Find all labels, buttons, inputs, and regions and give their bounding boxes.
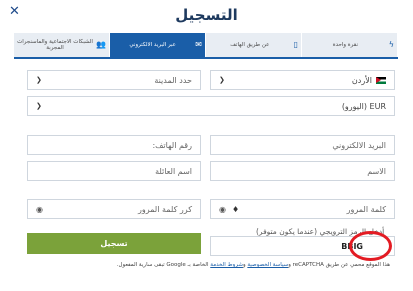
phone-placeholder: رقم الهاتف: [152, 140, 192, 150]
tab-email-label: عبر البريد الالكتروني [129, 41, 176, 48]
chevron-down-icon: ❯ [36, 76, 42, 84]
last-name-field[interactable]: اسم العائلة [27, 161, 201, 181]
phone-icon: ▯ [293, 40, 298, 50]
note-suffix: الخاصة بـ Google تبقى سارية المفعول. [116, 262, 211, 268]
email-placeholder: البريد الالكتروني [332, 140, 386, 150]
country-select[interactable]: الأردن ❯ [210, 70, 395, 90]
password-repeat-field[interactable]: كرر كلمة المرور ◉ [27, 199, 201, 219]
password-field[interactable]: كلمة المرور ◉ ♦ [210, 199, 395, 219]
chevron-down-icon: ❯ [219, 76, 225, 84]
phone-field[interactable]: رقم الهاتف: [27, 135, 201, 155]
first-name-field[interactable]: الاسم [210, 161, 395, 181]
tab-one-click[interactable]: نقرة واحدة ϟ [302, 33, 398, 57]
registration-tabs: الشبكات الاجتماعية والماسنجرات المجربة 👥… [14, 33, 398, 59]
eye-icon[interactable]: ◉ [219, 205, 226, 214]
first-name-placeholder: الاسم [367, 166, 386, 176]
note-prefix: هذا الموقع محمي عن طريق reCAPTCHA و [288, 262, 390, 268]
eye-icon[interactable]: ◉ [36, 205, 43, 214]
tab-phone[interactable]: عن طريق الهاتف ▯ [206, 33, 302, 57]
key-icon[interactable]: ♦ [232, 205, 239, 214]
people-icon: 👥 [96, 40, 106, 50]
city-select[interactable]: حدد المدينة ❯ [27, 70, 201, 90]
tab-social-label: الشبكات الاجتماعية والماسنجرات المجربة [17, 38, 93, 51]
jordan-flag-icon [376, 76, 386, 84]
tab-social-networks[interactable]: الشبكات الاجتماعية والماسنجرات المجربة 👥 [14, 33, 110, 57]
country-value: الأردن [351, 75, 372, 85]
last-name-placeholder: اسم العائلة [155, 166, 192, 176]
currency-value: EUR (اليورو) [341, 101, 386, 111]
recaptcha-note: هذا الموقع محمي عن طريق reCAPTCHA وسياسة… [80, 262, 390, 268]
terms-of-service-link[interactable]: شروط الخدمة [210, 262, 243, 268]
currency-select[interactable]: EUR (اليورو) ❯ [27, 96, 395, 116]
tab-phone-label: عن طريق الهاتف [230, 41, 270, 48]
register-button[interactable]: تسجيل [27, 233, 201, 254]
city-placeholder: حدد المدينة [154, 75, 192, 85]
envelope-icon: ✉ [195, 40, 202, 50]
privacy-policy-link[interactable]: سياسة الخصوصية [247, 262, 288, 268]
password-repeat-placeholder: كرر كلمة المرور [138, 204, 192, 214]
lightning-icon: ϟ [388, 40, 394, 50]
chevron-down-icon: ❯ [36, 102, 42, 110]
tab-one-click-label: نقرة واحدة [332, 41, 359, 48]
page-title: التسجيل [175, 6, 238, 24]
email-field[interactable]: البريد الالكتروني [210, 135, 395, 155]
tab-email[interactable]: عبر البريد الالكتروني ✉ [110, 33, 206, 57]
highlight-circle [349, 231, 392, 261]
password-icons: ◉ ♦ [219, 205, 239, 214]
country-value-wrap: الأردن [352, 76, 386, 85]
password-placeholder: كلمة المرور [346, 204, 386, 214]
